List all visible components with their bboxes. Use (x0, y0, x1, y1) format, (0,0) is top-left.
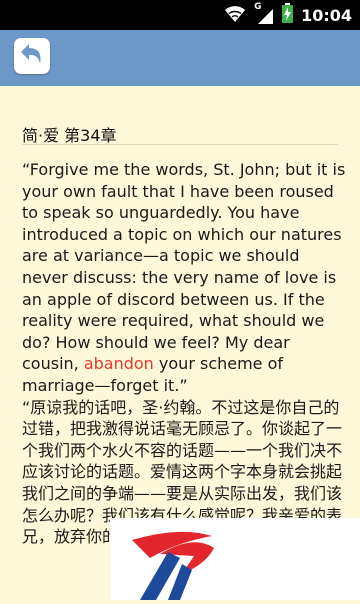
english-paragraph: “Forgive me the words, St. John; but it … (22, 159, 348, 397)
back-button[interactable] (14, 38, 50, 74)
status-bar: G 10:04 (0, 0, 360, 30)
wifi-icon (224, 4, 246, 26)
battery-charging-icon (282, 3, 294, 27)
status-time: 10:04 (301, 5, 352, 25)
divider (22, 144, 338, 145)
toolbar (0, 30, 360, 86)
app-logo-watermark (110, 518, 360, 600)
chapter-title: 简·爱 第34章 (22, 126, 117, 145)
status-icons: G 10:04 (224, 0, 352, 30)
reading-text: “Forgive me the words, St. John; but it … (22, 159, 348, 548)
highlighted-word[interactable]: abandon (84, 354, 154, 373)
back-arrow-icon (19, 42, 45, 70)
english-text-before: “Forgive me the words, St. John; but it … (22, 160, 346, 374)
signal-g-icon: G (254, 2, 274, 25)
